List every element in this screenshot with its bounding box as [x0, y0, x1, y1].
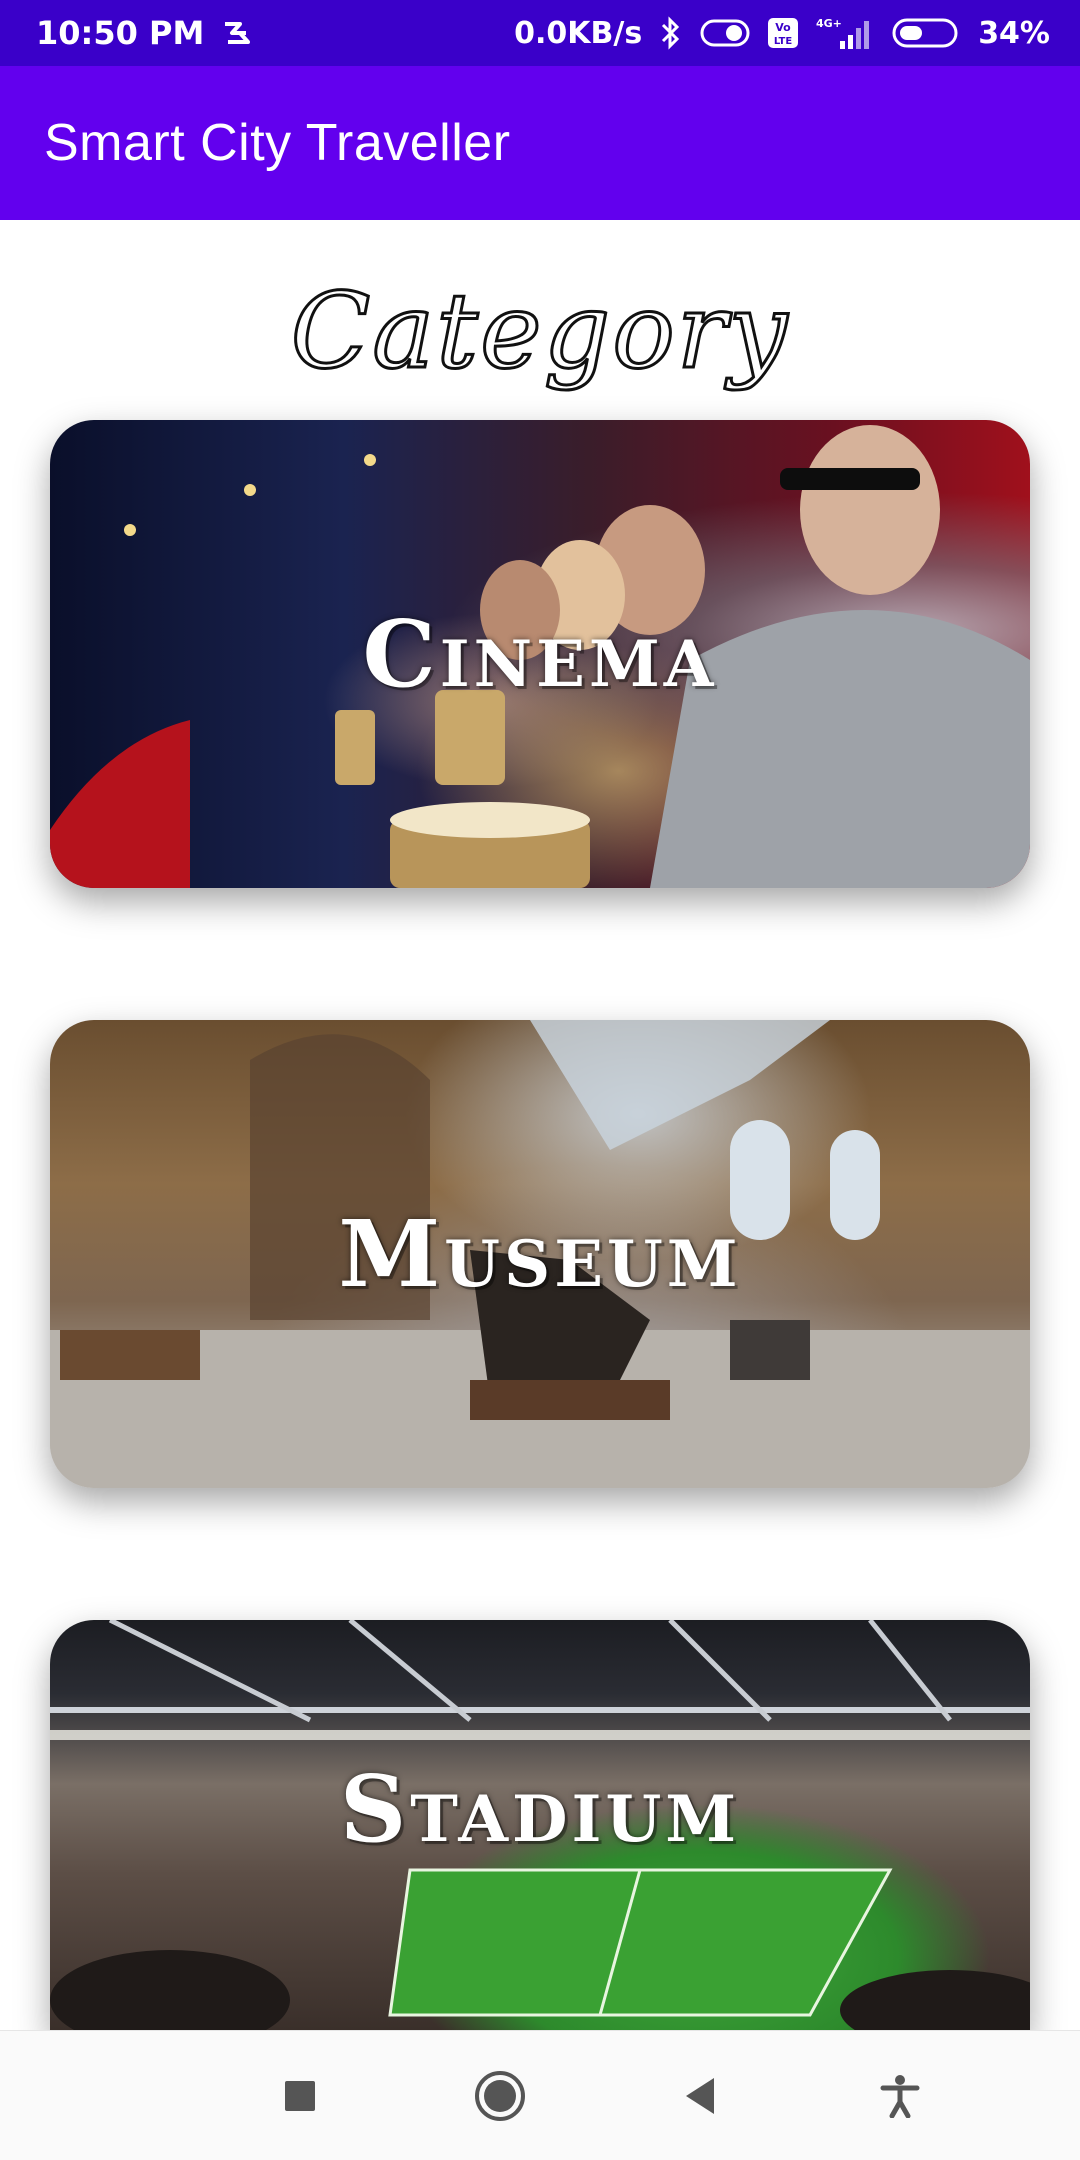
category-card-stadium[interactable]: Stadium [50, 1620, 1030, 2030]
category-card-museum[interactable]: Museum [50, 1020, 1030, 1488]
home-button[interactable] [460, 2056, 540, 2136]
app-notification-icon [220, 16, 254, 50]
category-label: Museum [338, 1200, 742, 1308]
back-icon [686, 2077, 714, 2114]
home-icon [475, 2070, 525, 2121]
app-title: Smart City Traveller [44, 114, 511, 172]
accessibility-button[interactable] [860, 2056, 940, 2136]
recents-icon [285, 2080, 315, 2111]
accessibility-icon [880, 2074, 920, 2118]
system-navigation-bar [0, 2030, 1080, 2160]
battery-percent: 34% [978, 15, 1050, 51]
app-bar: Smart City Traveller [0, 66, 1080, 220]
volte-icon: Vo LTE [766, 16, 800, 50]
svg-text:Vo: Vo [775, 21, 791, 34]
status-time: 10:50 PM [36, 14, 205, 52]
network-speed: 0.0KB/s [514, 15, 643, 51]
battery-icon [892, 16, 962, 50]
category-label: Stadium [339, 1754, 741, 1863]
bluetooth-icon [658, 16, 684, 50]
category-label: Cinema [362, 600, 718, 708]
svg-text:LTE: LTE [774, 36, 793, 47]
category-heading: Category [289, 269, 790, 394]
signal-icon: 4G+ [816, 15, 876, 51]
back-button[interactable] [660, 2056, 740, 2136]
recents-button[interactable] [260, 2056, 340, 2136]
category-card-cinema[interactable]: Cinema [50, 420, 1030, 888]
status-bar: 10:50 PM 0.0KB/s Vo LTE 4G+ 34% [0, 0, 1080, 66]
network-type: 4G+ [816, 17, 842, 30]
toggle-icon [700, 18, 750, 48]
